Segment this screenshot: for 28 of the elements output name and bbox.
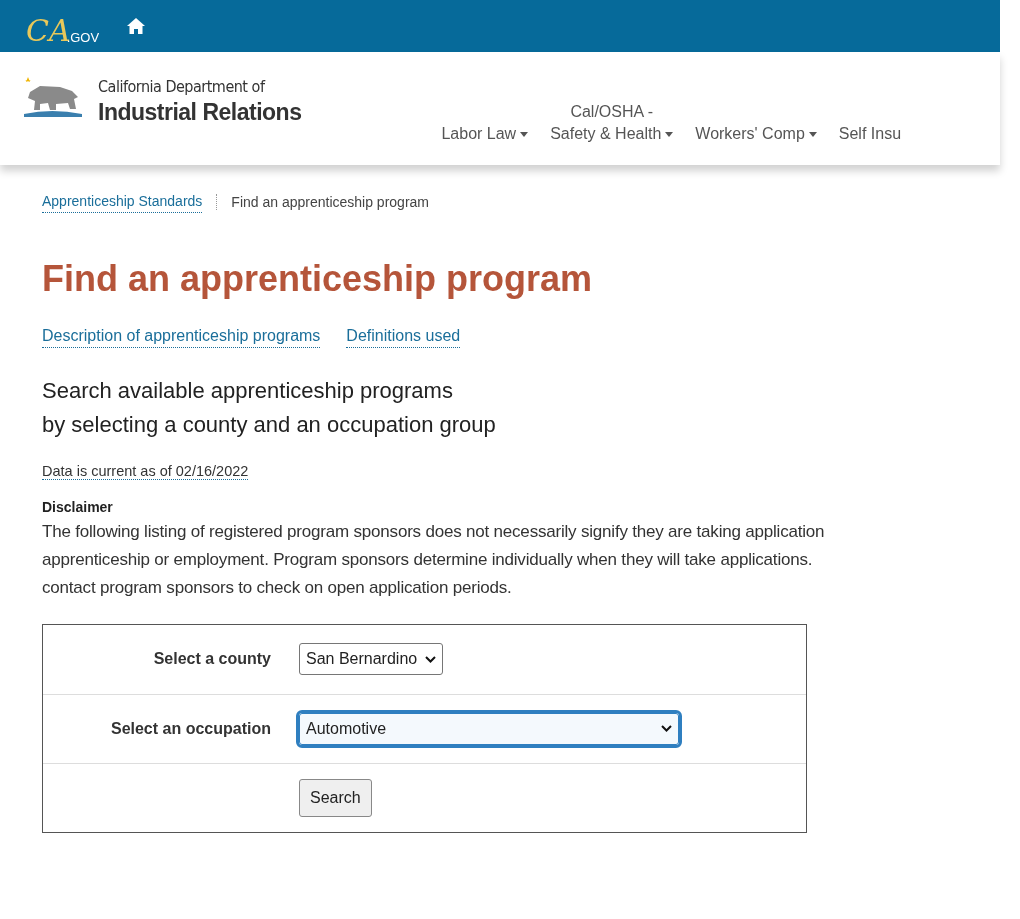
nav-menu-item[interactable]: Cal/OSHA - Safety & Health <box>550 101 674 145</box>
disclaimer-heading: Disclaimer <box>42 497 114 517</box>
link[interactable]: Definitions used <box>346 325 461 348</box>
caret-icon <box>665 131 674 137</box>
select-dropdown[interactable]: Automotive <box>299 712 679 745</box>
chevron-icon <box>425 655 437 663</box>
caret-icon <box>520 131 529 137</box>
chevron-icon <box>661 725 672 733</box>
field-label: Select a county <box>153 649 271 670</box>
org-name: Industrial Relations <box>98 98 302 126</box>
breadcrumb-current: Find an apprenticeship program <box>231 192 429 212</box>
field-label: Select an occupation <box>110 718 271 739</box>
caret-icon <box>808 131 817 137</box>
breadcrumb-link[interactable]: Apprenticeship Standards <box>42 191 203 213</box>
data-date-link[interactable]: Data is current as of 02/16/2022 <box>42 463 249 480</box>
bear-logo-icon <box>22 76 84 118</box>
select-dropdown[interactable]: San Bernardino <box>299 643 444 676</box>
disclaimer-text: The following listing of registered program sponsors does not necessarily signify they are taking application apprenticeship or employment. Program sponsors determine individually when they will take applications. contact program sponsors to check on open application periods. <box>42 520 826 599</box>
nav-menu-item[interactable]: Labor Law <box>441 123 529 145</box>
home-icon[interactable] <box>127 18 146 34</box>
section-heading: Search available apprenticeship programs by selecting a county and an occupation group <box>42 377 497 439</box>
nav-menu-item[interactable]: Workers' Comp <box>695 123 817 145</box>
search-button[interactable]: Search <box>299 778 372 817</box>
logo[interactable]: CA.GOV <box>26 6 100 46</box>
nav-menu-item[interactable]: Self Insu <box>838 123 902 145</box>
org-name: California Department of <box>98 76 267 98</box>
link[interactable]: Description of apprenticeship programs <box>42 325 321 348</box>
page-title: Find an apprenticeship program <box>42 259 594 299</box>
